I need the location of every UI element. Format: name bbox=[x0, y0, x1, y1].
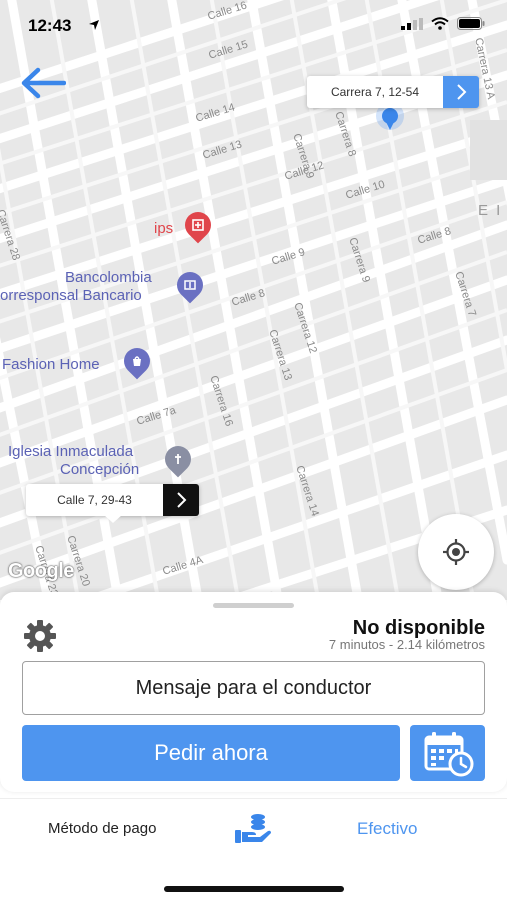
poi-label-church-sub[interactable]: Concepción bbox=[60, 461, 139, 478]
poi-label-ips[interactable]: ips bbox=[154, 220, 173, 237]
location-arrow-icon bbox=[89, 20, 99, 30]
origin-pointer bbox=[104, 515, 122, 523]
area-label: E I bbox=[478, 202, 503, 219]
payment-method-row[interactable]: Método de pago Efectivo bbox=[0, 798, 507, 900]
origin-address: Calle 7, 29-43 bbox=[26, 484, 163, 516]
status-bar: 12:43 bbox=[0, 0, 507, 50]
chevron-right-icon bbox=[177, 492, 187, 508]
home-indicator[interactable] bbox=[164, 886, 344, 892]
ride-request-sheet: No disponible 7 minutos - 2.14 kilómetro… bbox=[0, 592, 507, 792]
origin-callout[interactable]: Calle 7, 29-43 bbox=[26, 484, 199, 516]
schedule-button[interactable] bbox=[410, 725, 485, 781]
poi-label-church[interactable]: Iglesia Inmaculada bbox=[8, 443, 133, 460]
google-logo: Google bbox=[8, 560, 74, 582]
sheet-drag-handle[interactable] bbox=[213, 603, 294, 608]
calendar-clock-icon bbox=[424, 732, 473, 777]
back-arrow-icon[interactable] bbox=[20, 66, 66, 100]
destination-callout[interactable]: Carrera 7, 12-54 bbox=[307, 76, 479, 108]
destination-go-button[interactable] bbox=[443, 76, 479, 108]
poi-label-fashion[interactable]: Fashion Home bbox=[2, 356, 100, 373]
map-view[interactable]: Calle 16 Calle 15 Calle 14 Calle 13 Call… bbox=[0, 0, 507, 600]
cash-hand-icon[interactable] bbox=[234, 811, 274, 845]
payment-method-value[interactable]: Efectivo bbox=[357, 819, 417, 839]
status-time: 12:43 bbox=[28, 16, 72, 35]
destination-address: Carrera 7, 12-54 bbox=[307, 76, 443, 108]
gear-icon[interactable] bbox=[22, 618, 58, 654]
battery-icon bbox=[457, 17, 485, 30]
chevron-right-icon bbox=[457, 84, 467, 100]
my-location-button[interactable] bbox=[418, 514, 494, 590]
driver-message-button[interactable]: Mensaje para el conductor bbox=[22, 661, 485, 715]
wifi-icon bbox=[431, 17, 449, 30]
order-now-button[interactable]: Pedir ahora bbox=[22, 725, 400, 781]
poi-label-bank-sub[interactable]: orresponsal Bancario bbox=[0, 287, 142, 304]
crosshair-icon bbox=[443, 539, 469, 565]
poi-label-bank[interactable]: Bancolombia bbox=[65, 269, 152, 286]
eta-distance: 7 minutos - 2.14 kilómetros bbox=[328, 637, 485, 652]
signal-icon bbox=[401, 17, 423, 30]
origin-go-button[interactable] bbox=[163, 484, 199, 516]
payment-method-label: Método de pago bbox=[48, 820, 157, 837]
